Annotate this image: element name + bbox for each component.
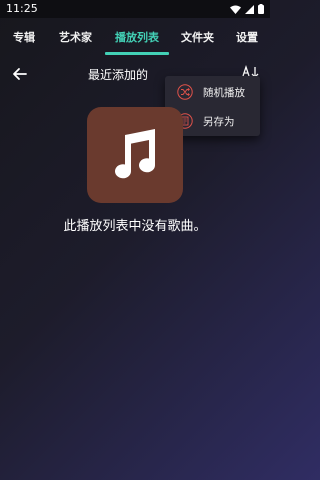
shuffle-icon — [177, 84, 193, 100]
music-note-icon — [115, 129, 156, 179]
menu-item-label: 另存为 — [203, 116, 235, 128]
tab-settings[interactable]: 设置 — [236, 29, 258, 45]
playlist-artwork — [87, 107, 183, 203]
empty-playlist-message: 此播放列表中没有歌曲。 — [63, 219, 207, 234]
signal-icon — [245, 4, 254, 14]
wifi-icon — [230, 5, 241, 14]
tab-indicator — [105, 52, 169, 55]
arrow-left-icon — [13, 68, 27, 80]
back-button[interactable] — [10, 64, 30, 84]
tab-playlists[interactable]: 播放列表 — [115, 29, 159, 45]
menu-item-label: 随机播放 — [203, 87, 245, 99]
tab-artists[interactable]: 艺术家 — [59, 29, 92, 45]
menu-item-shuffle[interactable]: 随机播放 — [165, 78, 260, 106]
status-bar: 11:25 — [0, 0, 270, 18]
tab-albums[interactable]: 专辑 — [13, 29, 35, 45]
battery-icon — [258, 4, 264, 14]
status-time: 11:25 — [6, 2, 38, 15]
tab-bar: 专辑 艺术家 播放列表 文件夹 设置 — [0, 20, 270, 55]
tab-folders[interactable]: 文件夹 — [181, 29, 214, 45]
status-icons — [230, 4, 264, 14]
page-title: 最近添加的 — [87, 68, 148, 82]
